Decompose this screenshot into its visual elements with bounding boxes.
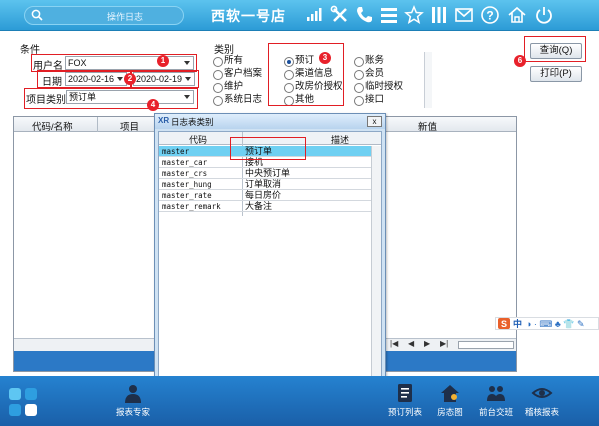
print-button[interactable]: 打印(P) [530,66,582,82]
ime-logo-icon[interactable]: S [498,318,510,329]
radio-interface[interactable]: 接口 [353,94,384,106]
radio-maintenance[interactable]: 维护 [212,81,243,93]
badge-6: 6 [514,55,526,67]
table-row[interactable]: master_crs 中央预订单 [159,168,381,179]
radio-member[interactable]: 会员 [353,68,384,80]
first-page-button[interactable]: |◀ [390,339,398,348]
search-placeholder: 操作日志 [107,12,144,22]
dock-report-expert[interactable]: 报表专家 [111,382,155,424]
help-icon[interactable]: ? [480,5,500,25]
next-page-button[interactable]: ▶ [424,339,430,348]
svg-text:?: ? [486,9,493,23]
ime-toolbar: S 中 ◑ · ⌨ ♣ 👕 ✎ [495,317,599,330]
dialog-title: 日志表类别 [171,117,214,127]
search-icon [31,9,43,21]
last-page-button[interactable]: ▶| [440,339,448,348]
column-code-name[interactable]: 代码/名称 [32,119,73,133]
phone-icon[interactable] [354,5,374,25]
ime-mode[interactable]: 中 [513,318,522,330]
table-row[interactable]: master_remark 大备注 [159,201,381,212]
home-icon[interactable] [507,5,527,25]
search-box[interactable]: 操作日志 [24,6,184,25]
annotation-box-2b [131,70,199,88]
booking-list-icon [398,384,412,402]
dock-booking-list[interactable]: 预订列表 [383,382,427,424]
column-item[interactable]: 项目 [120,119,139,133]
mail-icon[interactable] [454,5,474,25]
dock-shift-handover[interactable]: 前台交班 [474,382,518,424]
star-icon[interactable] [404,5,424,25]
radio-system-log[interactable]: 系统日志 [212,94,262,106]
radio-temp-auth[interactable]: 临时授权 [353,81,403,93]
column-divider [97,117,98,132]
annotation-box-4 [24,88,198,109]
column-code[interactable]: 代码 [189,133,207,146]
badge-4: 4 [147,99,159,111]
close-icon[interactable]: x [367,116,382,127]
top-bar: 操作日志 西软一号店 ? [0,0,599,31]
annotation-box-2 [37,70,131,88]
columns-icon[interactable] [429,5,449,25]
dialog-title-bar[interactable]: XR 日志表类别 x [155,114,385,129]
types-scrollbar[interactable] [424,52,432,108]
table-row[interactable]: master_rate 每日房价 [159,190,381,201]
dock-audit-report[interactable]: 稽核报表 [520,382,564,424]
app-logo-icon: XR [158,116,170,125]
signal-icon[interactable] [304,5,324,25]
app-logo-icon[interactable] [7,386,39,418]
badge-1: 1 [157,55,169,67]
badge-2: 2 [124,73,136,85]
prev-page-button[interactable]: ◀ [408,339,414,348]
annotation-box-6 [524,36,586,62]
shift-handover-icon [487,386,505,401]
dialog-table[interactable]: 代码 描述 master 预订单 master_car 接机 master_cr… [158,131,382,417]
ime-symbols[interactable]: ◑ · ⌨ ♣ 👕 ✎ [526,318,585,330]
radio-accounting[interactable]: 账务 [353,55,384,67]
menu-icon[interactable] [379,5,399,25]
radio-all[interactable]: 所有 [212,55,243,67]
table-row[interactable]: master_hung 订单取消 [159,179,381,190]
hotel-name: 西软一号店 [211,8,286,24]
tools-icon[interactable] [330,5,350,25]
badge-3: 3 [319,52,331,64]
annotation-box-5 [230,137,306,160]
column-description[interactable]: 描述 [331,133,349,146]
report-expert-icon [125,385,141,403]
category-dialog: XR 日志表类别 x 代码 描述 master 预订单 master_car 接… [154,113,386,421]
types-label: 类别 [214,45,234,56]
bottom-dock: 报表专家 预订列表 房态图 前台交班 稽核报表 [0,376,599,426]
dock-room-status[interactable]: 房态图 [428,382,472,424]
room-status-icon [441,385,459,402]
power-icon[interactable] [534,5,554,25]
annotation-box-3 [268,43,344,106]
radio-customer-profile[interactable]: 客户档案 [212,68,262,80]
column-new-value[interactable]: 新值 [418,119,437,133]
audit-report-icon [531,388,553,398]
page-indicator-field[interactable] [458,341,514,349]
